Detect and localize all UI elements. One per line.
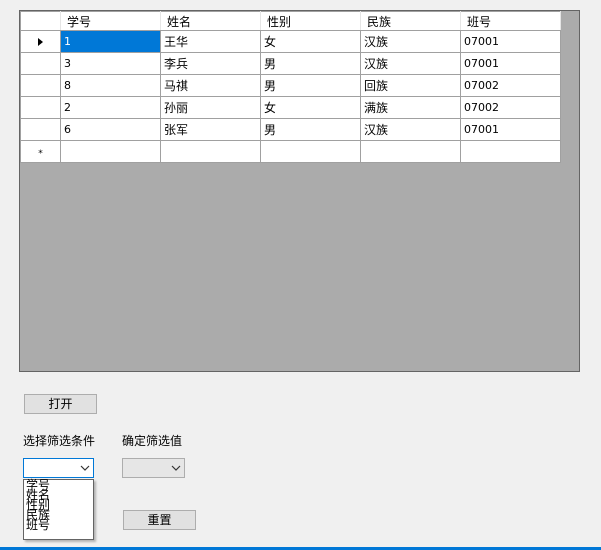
- cell-class[interactable]: 07001: [460, 118, 561, 141]
- table-row[interactable]: 6 张军 男 汉族 07001: [20, 118, 561, 141]
- cell-class[interactable]: 07001: [460, 52, 561, 75]
- table-row[interactable]: 3 李兵 男 汉族 07001: [20, 52, 561, 75]
- dropdown-option-class[interactable]: 班号: [24, 519, 93, 531]
- grid-table: 学号 姓名 性别 民族 班号 1 王华 女 汉族 07001 3 李兵 男 汉族: [20, 11, 561, 163]
- cell-student-id[interactable]: 8: [60, 74, 161, 97]
- open-button[interactable]: 打开: [24, 394, 97, 414]
- grid-corner-header[interactable]: [20, 11, 61, 31]
- cell-ethnicity[interactable]: 回族: [360, 74, 461, 97]
- student-data-grid[interactable]: 学号 姓名 性别 民族 班号 1 王华 女 汉族 07001 3 李兵 男 汉族: [19, 10, 580, 372]
- table-row[interactable]: 2 孙丽 女 满族 07002: [20, 96, 561, 119]
- chevron-down-icon: [80, 465, 90, 471]
- cell-gender[interactable]: [260, 140, 361, 163]
- cell-class[interactable]: [460, 140, 561, 163]
- cell-gender[interactable]: 女: [260, 30, 361, 53]
- cell-ethnicity[interactable]: 满族: [360, 96, 461, 119]
- filter-value-label: 确定筛选值: [122, 434, 183, 448]
- row-header[interactable]: [20, 118, 61, 141]
- row-header[interactable]: [20, 96, 61, 119]
- cell-student-id[interactable]: 2: [60, 96, 161, 119]
- filter-condition-combo[interactable]: [23, 458, 94, 478]
- filter-value-combo[interactable]: [122, 458, 185, 478]
- cell-class[interactable]: 07001: [460, 30, 561, 53]
- cell-student-id[interactable]: [60, 140, 161, 163]
- cell-gender[interactable]: 男: [260, 52, 361, 75]
- row-header-current[interactable]: [20, 30, 61, 53]
- new-row-asterisk-icon: *: [38, 148, 43, 159]
- cell-class[interactable]: 07002: [460, 96, 561, 119]
- column-header-gender[interactable]: 性别: [260, 11, 361, 31]
- row-header[interactable]: [20, 52, 61, 75]
- cell-student-id[interactable]: 1: [60, 30, 161, 53]
- column-header-ethnicity[interactable]: 民族: [360, 11, 461, 31]
- cell-name[interactable]: [160, 140, 261, 163]
- cell-ethnicity[interactable]: 汉族: [360, 52, 461, 75]
- cell-name[interactable]: 马祺: [160, 74, 261, 97]
- cell-name[interactable]: 张军: [160, 118, 261, 141]
- column-header-class[interactable]: 班号: [460, 11, 561, 31]
- cell-student-id[interactable]: 3: [60, 52, 161, 75]
- table-row[interactable]: 8 马祺 男 回族 07002: [20, 74, 561, 97]
- grid-header-row: 学号 姓名 性别 民族 班号: [20, 11, 561, 31]
- cell-ethnicity[interactable]: [360, 140, 461, 163]
- filter-condition-label: 选择筛选条件: [23, 434, 96, 448]
- cell-gender[interactable]: 女: [260, 96, 361, 119]
- cell-gender[interactable]: 男: [260, 118, 361, 141]
- cell-ethnicity[interactable]: 汉族: [360, 30, 461, 53]
- new-row[interactable]: *: [20, 140, 561, 163]
- row-header-new[interactable]: *: [20, 140, 61, 163]
- table-row[interactable]: 1 王华 女 汉族 07001: [20, 30, 561, 53]
- cell-name[interactable]: 王华: [160, 30, 261, 53]
- current-row-arrow-icon: [38, 38, 43, 46]
- column-header-student-id[interactable]: 学号: [60, 11, 161, 31]
- cell-ethnicity[interactable]: 汉族: [360, 118, 461, 141]
- column-header-name[interactable]: 姓名: [160, 11, 261, 31]
- cell-gender[interactable]: 男: [260, 74, 361, 97]
- cell-student-id[interactable]: 6: [60, 118, 161, 141]
- cell-class[interactable]: 07002: [460, 74, 561, 97]
- cell-name[interactable]: 李兵: [160, 52, 261, 75]
- filter-condition-dropdown-list[interactable]: 学号 姓名 性别 民族 班号: [23, 479, 94, 540]
- row-header[interactable]: [20, 74, 61, 97]
- reset-button[interactable]: 重置: [123, 510, 196, 530]
- chevron-down-icon: [171, 465, 181, 471]
- cell-name[interactable]: 孙丽: [160, 96, 261, 119]
